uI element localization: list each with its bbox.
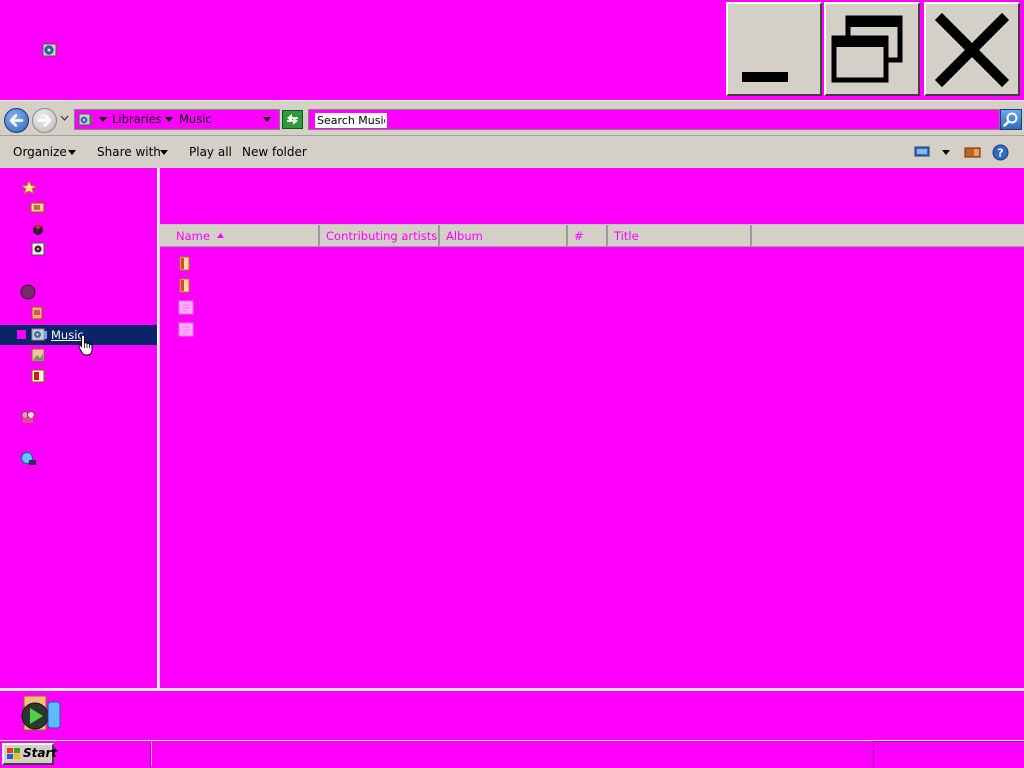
favorites-icon[interactable]: [21, 180, 37, 194]
help-icon[interactable]: ?: [992, 144, 1009, 161]
folder-icon[interactable]: [178, 256, 192, 271]
svg-text:?: ?: [997, 147, 1003, 160]
refresh-icon: [287, 114, 298, 125]
start-button[interactable]: Start: [2, 743, 58, 765]
recent-pages-chevron-icon[interactable]: [60, 115, 69, 121]
search-icon: [1003, 112, 1018, 127]
windows-logo-icon: [7, 748, 20, 759]
close-button[interactable]: [924, 2, 1020, 96]
taskbar-separator: [150, 742, 152, 766]
address-bar: Libraries Music: [0, 100, 1024, 136]
breadcrumb-arrow-icon[interactable]: [99, 117, 107, 122]
column-header-filler: [752, 225, 1024, 247]
change-view-icon[interactable]: [914, 145, 930, 159]
breadcrumb-arrow-icon[interactable]: [165, 117, 173, 122]
videos-icon[interactable]: [31, 369, 45, 383]
homegroup-icon[interactable]: [20, 410, 37, 425]
forward-arrow-icon: [37, 114, 52, 127]
play-all-label: Play all: [189, 145, 232, 159]
navigation-pane: [0, 168, 157, 688]
chevron-down-icon: [68, 150, 76, 155]
column-header-album[interactable]: Album: [440, 225, 568, 247]
taskbar: [0, 740, 1024, 768]
expand-toggle[interactable]: [17, 330, 26, 339]
minimize-icon: [742, 72, 788, 82]
back-arrow-icon: [9, 114, 24, 127]
share-with-button[interactable]: Share with: [97, 145, 161, 159]
music-library-icon: [78, 113, 92, 126]
column-header-contributing-artists[interactable]: Contributing artists: [320, 225, 440, 247]
details-pane-divider[interactable]: [0, 688, 1024, 691]
close-icon: [934, 12, 1010, 88]
column-header-name[interactable]: Name: [160, 225, 320, 247]
column-header-title-label: Title: [614, 229, 639, 243]
column-header-number[interactable]: #: [568, 225, 608, 247]
folder-icon[interactable]: [178, 278, 192, 293]
chevron-down-icon: [160, 150, 168, 155]
title-bar: [0, 0, 1024, 100]
preview-pane-icon[interactable]: [964, 146, 981, 159]
documents-icon[interactable]: [30, 306, 44, 320]
music-icon: [31, 328, 47, 341]
recent-places-icon[interactable]: [31, 242, 45, 256]
organize-label: Organize: [13, 145, 67, 159]
sort-ascending-icon: [216, 233, 224, 238]
breadcrumb-music[interactable]: Music: [179, 112, 212, 126]
restore-button[interactable]: [824, 2, 920, 96]
column-header-title[interactable]: Title: [608, 225, 752, 247]
downloads-icon[interactable]: [31, 222, 45, 236]
restore-icon: [831, 15, 903, 83]
playlist-icon[interactable]: [178, 322, 194, 337]
share-with-label: Share with: [97, 145, 161, 159]
organize-button[interactable]: Organize: [13, 145, 67, 159]
music-library-icon: [42, 43, 57, 57]
playlist-icon[interactable]: [178, 300, 194, 315]
column-header-contributing-artists-label: Contributing artists: [326, 229, 438, 243]
minimize-button[interactable]: [726, 2, 822, 96]
music-library-large-icon: [21, 695, 61, 731]
libraries-icon[interactable]: [20, 284, 36, 300]
search-box[interactable]: [308, 109, 1000, 130]
forward-button[interactable]: [32, 108, 57, 133]
search-button[interactable]: [1000, 109, 1022, 130]
pictures-icon[interactable]: [31, 348, 45, 362]
refresh-button[interactable]: [282, 110, 303, 129]
hand-cursor-icon: [78, 334, 93, 356]
breadcrumb[interactable]: Libraries Music: [74, 109, 280, 130]
new-folder-label: New folder: [242, 145, 307, 159]
new-folder-button[interactable]: New folder: [242, 145, 307, 159]
search-input[interactable]: [315, 113, 387, 128]
start-label: Start: [23, 746, 58, 760]
address-dropdown-icon[interactable]: [263, 117, 271, 122]
view-options-chevron-icon[interactable]: [942, 150, 950, 155]
back-button[interactable]: [4, 108, 29, 133]
column-header-number-label: #: [574, 229, 584, 243]
command-bar: Organize Share with Play all New folder: [0, 136, 1024, 168]
column-headers: Name Contributing artists Album # Title: [160, 224, 1024, 247]
column-header-name-label: Name: [176, 229, 210, 243]
desktop-icon[interactable]: [30, 201, 45, 215]
breadcrumb-libraries[interactable]: Libraries: [112, 112, 162, 126]
play-all-button[interactable]: Play all: [189, 145, 232, 159]
computer-icon[interactable]: [20, 451, 37, 467]
notification-area[interactable]: [873, 741, 1024, 768]
column-header-album-label: Album: [446, 229, 483, 243]
